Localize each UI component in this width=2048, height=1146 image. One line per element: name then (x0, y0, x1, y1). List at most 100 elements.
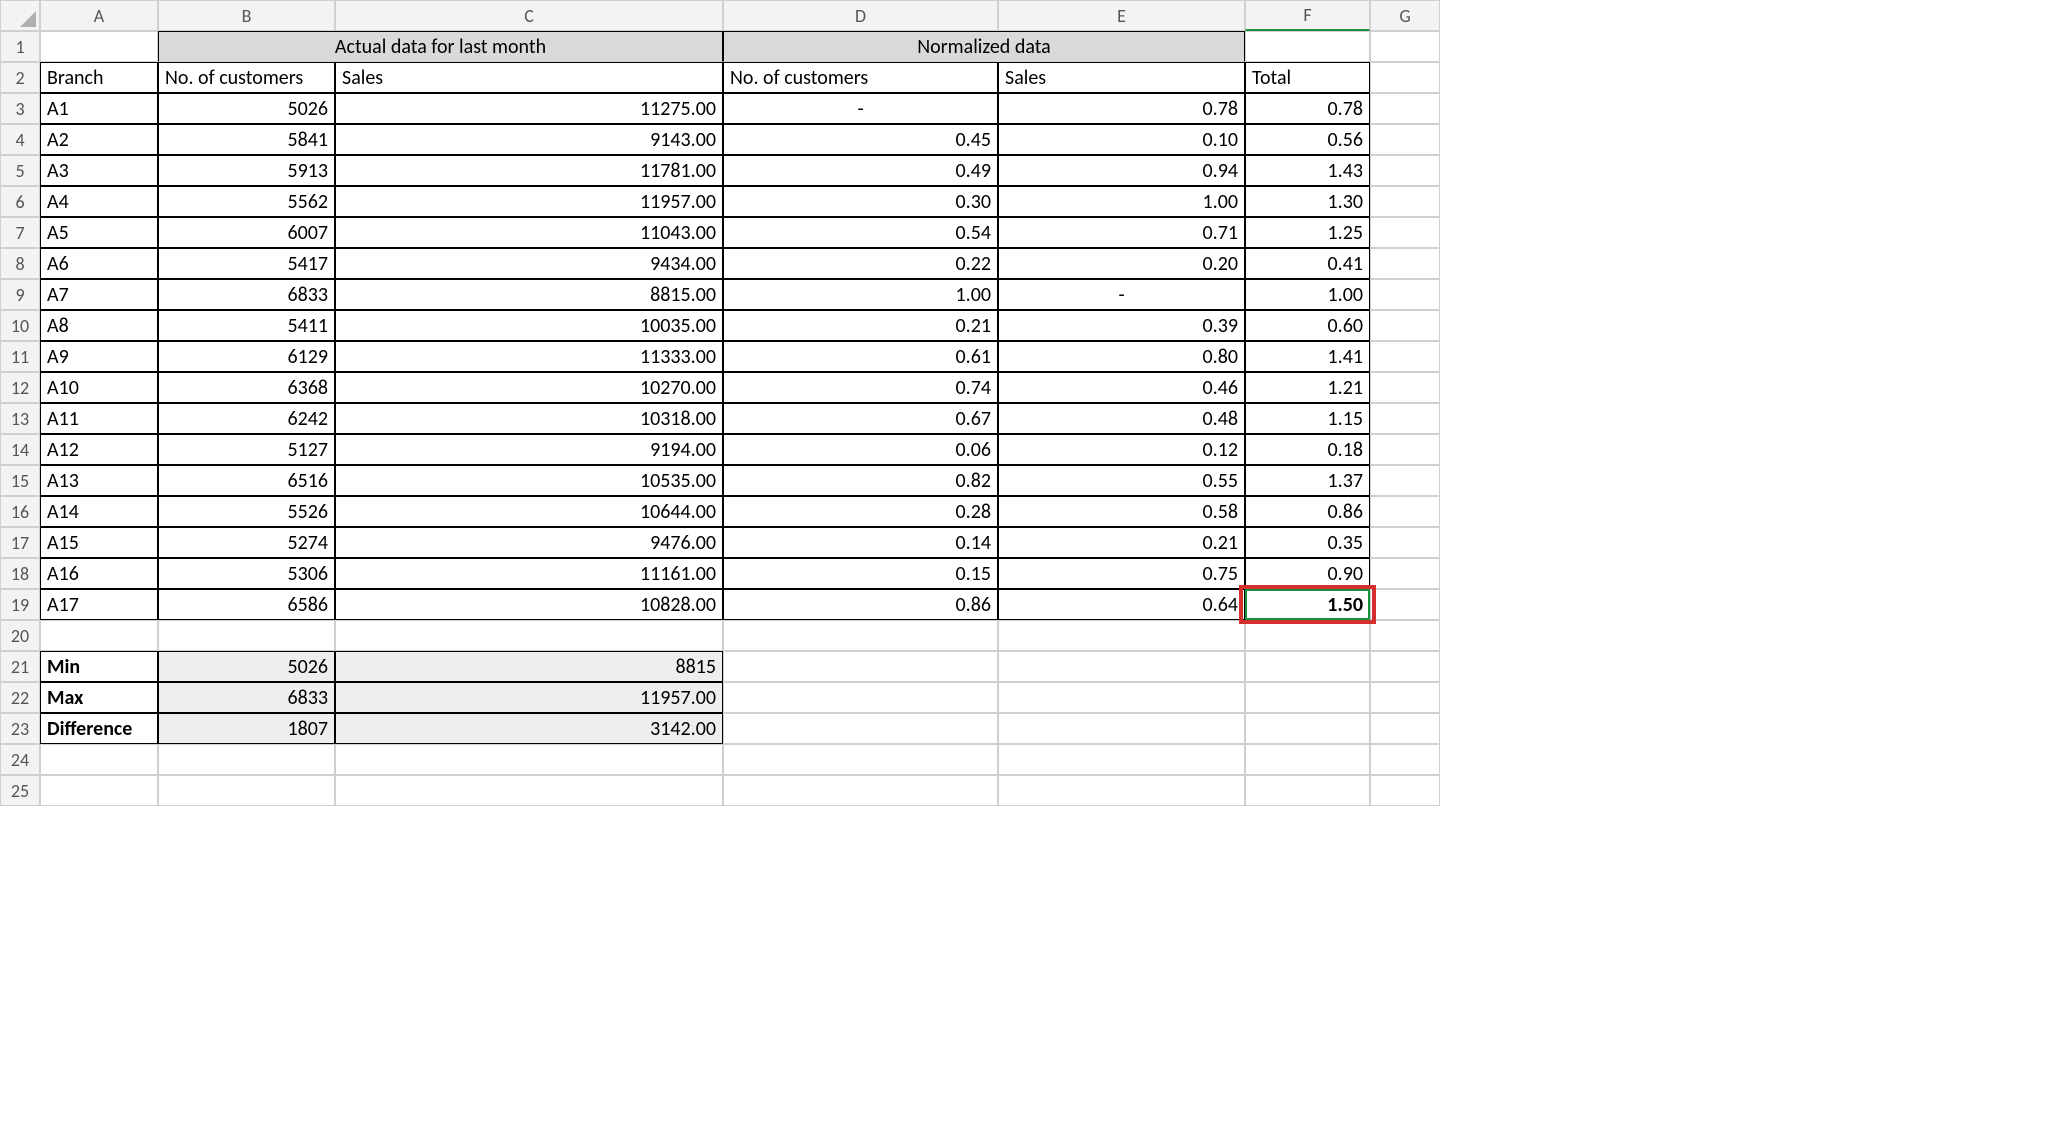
cell-F7[interactable]: 1.25 (1245, 217, 1370, 248)
cell-B12[interactable]: 6368 (158, 372, 335, 403)
cell-E16[interactable]: 0.58 (998, 496, 1245, 527)
cell-D3[interactable]: - (723, 93, 998, 124)
cell-E17[interactable]: 0.21 (998, 527, 1245, 558)
cell-A8[interactable]: A6 (40, 248, 158, 279)
cell-A3[interactable]: A1 (40, 93, 158, 124)
col-header-A[interactable]: A (40, 0, 158, 31)
cell-G2[interactable] (1370, 62, 1440, 93)
cell-C18[interactable]: 11161.00 (335, 558, 723, 589)
spreadsheet-grid[interactable]: A B C D E F G 1 Actual data for last mon… (0, 0, 2048, 806)
cell-C10[interactable]: 10035.00 (335, 310, 723, 341)
cell-G8[interactable] (1370, 248, 1440, 279)
cell-G17[interactable] (1370, 527, 1440, 558)
cell-F25[interactable] (1245, 775, 1370, 806)
cell-B16[interactable]: 5526 (158, 496, 335, 527)
cell-D12[interactable]: 0.74 (723, 372, 998, 403)
cell-F4[interactable]: 0.56 (1245, 124, 1370, 155)
row-header-11[interactable]: 11 (0, 341, 40, 372)
cell-G15[interactable] (1370, 465, 1440, 496)
cell-E21[interactable] (998, 651, 1245, 682)
cell-G1[interactable] (1370, 31, 1440, 62)
cell-C8[interactable]: 9434.00 (335, 248, 723, 279)
cell-G13[interactable] (1370, 403, 1440, 434)
cell-A23[interactable]: Difference (40, 713, 158, 744)
row-header-13[interactable]: 13 (0, 403, 40, 434)
row-header-18[interactable]: 18 (0, 558, 40, 589)
cell-D6[interactable]: 0.30 (723, 186, 998, 217)
cell-D8[interactable]: 0.22 (723, 248, 998, 279)
cell-B23[interactable]: 1807 (158, 713, 335, 744)
cell-D5[interactable]: 0.49 (723, 155, 998, 186)
cell-B20[interactable] (158, 620, 335, 651)
cell-D11[interactable]: 0.61 (723, 341, 998, 372)
row-header-5[interactable]: 5 (0, 155, 40, 186)
cell-B21[interactable]: 5026 (158, 651, 335, 682)
cell-B19[interactable]: 6586 (158, 589, 335, 620)
cell-D14[interactable]: 0.06 (723, 434, 998, 465)
cell-E8[interactable]: 0.20 (998, 248, 1245, 279)
cell-F5[interactable]: 1.43 (1245, 155, 1370, 186)
cell-C24[interactable] (335, 744, 723, 775)
cell-G12[interactable] (1370, 372, 1440, 403)
cell-C19[interactable]: 10828.00 (335, 589, 723, 620)
cell-F22[interactable] (1245, 682, 1370, 713)
cell-A19[interactable]: A17 (40, 589, 158, 620)
cell-A17[interactable]: A15 (40, 527, 158, 558)
cell-E11[interactable]: 0.80 (998, 341, 1245, 372)
col-header-D[interactable]: D (723, 0, 998, 31)
cell-F20[interactable] (1245, 620, 1370, 651)
row-header-22[interactable]: 22 (0, 682, 40, 713)
cell-G22[interactable] (1370, 682, 1440, 713)
cell-D23[interactable] (723, 713, 998, 744)
cell-D9[interactable]: 1.00 (723, 279, 998, 310)
cell-A25[interactable] (40, 775, 158, 806)
cell-G14[interactable] (1370, 434, 1440, 465)
cell-G4[interactable] (1370, 124, 1440, 155)
cell-C2[interactable]: Sales (335, 62, 723, 93)
cell-C25[interactable] (335, 775, 723, 806)
cell-B6[interactable]: 5562 (158, 186, 335, 217)
cell-F6[interactable]: 1.30 (1245, 186, 1370, 217)
row-header-24[interactable]: 24 (0, 744, 40, 775)
cell-F8[interactable]: 0.41 (1245, 248, 1370, 279)
cell-D7[interactable]: 0.54 (723, 217, 998, 248)
cell-F18[interactable]: 0.90 (1245, 558, 1370, 589)
cell-D18[interactable]: 0.15 (723, 558, 998, 589)
cell-B8[interactable]: 5417 (158, 248, 335, 279)
cell-B22[interactable]: 6833 (158, 682, 335, 713)
row-header-23[interactable]: 23 (0, 713, 40, 744)
cell-E25[interactable] (998, 775, 1245, 806)
cell-F10[interactable]: 0.60 (1245, 310, 1370, 341)
cell-C15[interactable]: 10535.00 (335, 465, 723, 496)
row-header-7[interactable]: 7 (0, 217, 40, 248)
cell-E4[interactable]: 0.10 (998, 124, 1245, 155)
cell-E13[interactable]: 0.48 (998, 403, 1245, 434)
cell-A21[interactable]: Min (40, 651, 158, 682)
cell-C12[interactable]: 10270.00 (335, 372, 723, 403)
row-header-4[interactable]: 4 (0, 124, 40, 155)
cell-E23[interactable] (998, 713, 1245, 744)
cell-C17[interactable]: 9476.00 (335, 527, 723, 558)
col-header-B[interactable]: B (158, 0, 335, 31)
cell-G18[interactable] (1370, 558, 1440, 589)
cell-E24[interactable] (998, 744, 1245, 775)
cell-C4[interactable]: 9143.00 (335, 124, 723, 155)
cell-G25[interactable] (1370, 775, 1440, 806)
cell-E10[interactable]: 0.39 (998, 310, 1245, 341)
cell-A14[interactable]: A12 (40, 434, 158, 465)
cell-A9[interactable]: A7 (40, 279, 158, 310)
cell-C21[interactable]: 8815 (335, 651, 723, 682)
cell-A16[interactable]: A14 (40, 496, 158, 527)
cell-C23[interactable]: 3142.00 (335, 713, 723, 744)
cell-C7[interactable]: 11043.00 (335, 217, 723, 248)
cell-B2[interactable]: No. of customers (158, 62, 335, 93)
cell-A20[interactable] (40, 620, 158, 651)
cell-F11[interactable]: 1.41 (1245, 341, 1370, 372)
cell-E6[interactable]: 1.00 (998, 186, 1245, 217)
cell-A1[interactable] (40, 31, 158, 62)
cell-A13[interactable]: A11 (40, 403, 158, 434)
cell-E5[interactable]: 0.94 (998, 155, 1245, 186)
cell-G9[interactable] (1370, 279, 1440, 310)
cell-B11[interactable]: 6129 (158, 341, 335, 372)
cell-E19[interactable]: 0.64 (998, 589, 1245, 620)
